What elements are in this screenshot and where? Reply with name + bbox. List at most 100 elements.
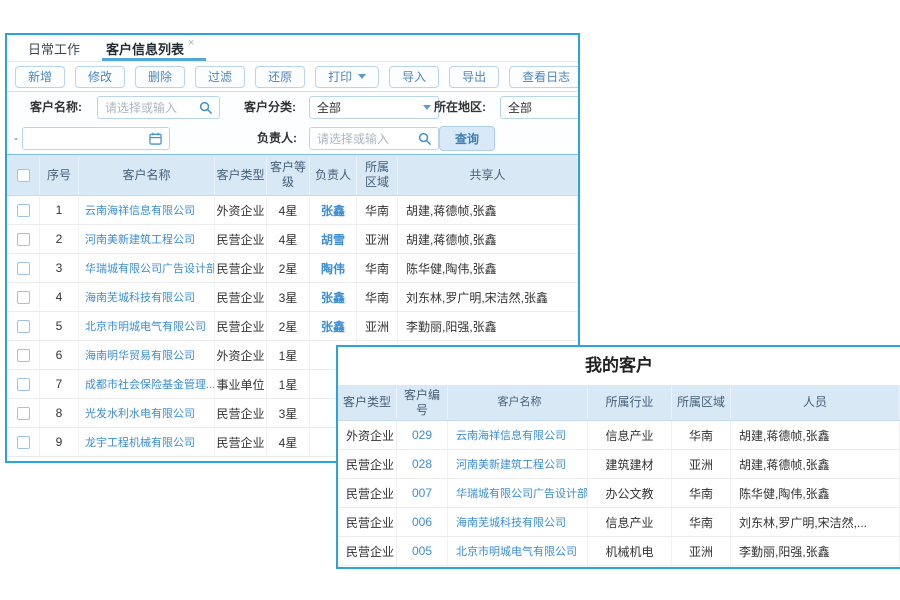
region-select[interactable]: 全部 <box>500 96 580 119</box>
checkbox-cell <box>7 225 40 253</box>
select-value: 全部 <box>508 99 580 116</box>
owner-link[interactable]: 胡雪 <box>321 231 345 248</box>
row-checkbox[interactable] <box>17 349 30 362</box>
customer-code-link[interactable]: 005 <box>412 544 432 558</box>
table-row[interactable]: 2河南美新建筑工程公司民营企业4星胡雪亚洲胡建,蒋德帧,张鑫 <box>7 225 578 254</box>
customer-name-link[interactable]: 河南美新建筑工程公司 <box>85 231 195 247</box>
customer-name-input[interactable]: 请选择或输入 <box>97 96 220 119</box>
cell-customer-code: 007 <box>397 479 448 507</box>
cell-grade: 2星 <box>267 312 310 340</box>
row-checkbox[interactable] <box>17 378 30 391</box>
owner-input[interactable]: 请选择或输入 <box>309 127 439 150</box>
add-button[interactable]: 新增 <box>15 66 65 88</box>
export-button[interactable]: 导出 <box>449 66 499 88</box>
print-button[interactable]: 打印 <box>315 66 379 88</box>
cell-index: 5 <box>40 312 79 340</box>
cell-index: 7 <box>40 370 79 398</box>
table-row[interactable]: 民营企业005北京市明城电气有限公司机械机电亚洲李勤丽,阳强,张鑫 <box>338 537 900 566</box>
row-checkbox[interactable] <box>17 407 30 420</box>
table-row[interactable]: 民营企业028河南美新建筑工程公司建筑建材亚洲胡建,蒋德帧,张鑫 <box>338 450 900 479</box>
chevron-down-icon <box>423 105 431 110</box>
table-row[interactable]: 5北京市明城电气有限公司民营企业2星张鑫亚洲李勤丽,阳强,张鑫 <box>7 312 578 341</box>
button-label: 修改 <box>88 68 112 85</box>
customer-code-link[interactable]: 007 <box>412 486 432 500</box>
table-row[interactable]: 民营企业006海南芜城科技有限公司信息产业华南刘东林,罗广明,宋洁然,... <box>338 508 900 537</box>
cell-customer-name: 光发水利水电有限公司 <box>79 399 215 427</box>
edit-button[interactable]: 修改 <box>75 66 125 88</box>
customer-name-link[interactable]: 海南明华贸易有限公司 <box>85 347 195 363</box>
table-row[interactable]: 1云南海祥信息有限公司外资企业4星张鑫华南胡建,蒋德帧,张鑫 <box>7 196 578 225</box>
column-header-index: 序号 <box>40 155 79 195</box>
cell-region: 亚洲 <box>357 312 398 340</box>
customer-name-link[interactable]: 云南海祥信息有限公司 <box>85 202 195 218</box>
cell-region: 华南 <box>357 196 398 224</box>
cell-customer-type: 民营企业 <box>215 283 267 311</box>
filter-button[interactable]: 过滤 <box>195 66 245 88</box>
customer-name-link[interactable]: 成都市社会保险基金管理... <box>85 376 215 392</box>
view-log-button[interactable]: 查看日志 <box>509 66 580 88</box>
customer-name-link[interactable]: 北京市明城电气有限公司 <box>456 543 577 559</box>
button-label: 还原 <box>268 68 292 85</box>
cell-index: 4 <box>40 283 79 311</box>
cell-staff: 刘东林,罗广明,宋洁然,... <box>731 508 900 536</box>
customer-name-link[interactable]: 龙宇工程机械有限公司 <box>85 434 195 450</box>
delete-button[interactable]: 删除 <box>135 66 185 88</box>
customer-name-link[interactable]: 海南芜城科技有限公司 <box>456 514 566 530</box>
customer-name-link[interactable]: 华瑞城有限公司广告设计部 <box>456 485 588 501</box>
cell-region: 华南 <box>672 479 731 507</box>
customer-code-link[interactable]: 028 <box>412 457 432 471</box>
close-icon[interactable]: × <box>188 37 194 49</box>
tab-customer-info-list[interactable]: 客户信息列表 × <box>106 35 194 61</box>
query-button[interactable]: 查询 <box>439 126 495 151</box>
select-all-checkbox[interactable] <box>17 169 30 182</box>
cell-customer-name: 华瑞城有限公司广告设计部 <box>448 479 588 507</box>
row-checkbox[interactable] <box>17 262 30 275</box>
table-row[interactable]: 3华瑞城有限公司广告设计部民营企业2星陶伟华南陈华健,陶伟,张鑫 <box>7 254 578 283</box>
cell-staff: 胡建,蒋德帧,张鑫 <box>731 421 900 449</box>
cell-grade: 3星 <box>267 399 310 427</box>
table-row[interactable]: 民营企业007华瑞城有限公司广告设计部办公文教华南陈华健,陶伟,张鑫 <box>338 479 900 508</box>
toolbar: 新增 修改 删除 过滤 还原 打印 导入 导出 查看日志 <box>7 62 578 92</box>
customer-name-link[interactable]: 北京市明城电气有限公司 <box>85 318 206 334</box>
import-button[interactable]: 导入 <box>389 66 439 88</box>
restore-button[interactable]: 还原 <box>255 66 305 88</box>
customer-name-link[interactable]: 光发水利水电有限公司 <box>85 405 195 421</box>
customer-name-link[interactable]: 云南海祥信息有限公司 <box>456 427 566 443</box>
owner-link[interactable]: 张鑫 <box>321 318 345 335</box>
owner-link[interactable]: 张鑫 <box>321 289 345 306</box>
customer-name-label: 客户名称: <box>30 92 82 123</box>
cell-customer-name: 海南芜城科技有限公司 <box>79 283 215 311</box>
cell-customer-type: 民营企业 <box>338 508 397 536</box>
column-header-owner: 负责人 <box>310 155 357 195</box>
customer-code-link[interactable]: 029 <box>412 428 432 442</box>
cell-customer-type: 民营企业 <box>215 312 267 340</box>
customer-name-link[interactable]: 海南芜城科技有限公司 <box>85 289 195 305</box>
row-checkbox[interactable] <box>17 291 30 304</box>
customer-name-link[interactable]: 河南美新建筑工程公司 <box>456 456 566 472</box>
owner-link[interactable]: 张鑫 <box>321 202 345 219</box>
cell-customer-name: 华瑞城有限公司广告设计部 <box>79 254 215 282</box>
date-input[interactable] <box>22 127 170 150</box>
cell-grade: 1星 <box>267 341 310 369</box>
cell-share: 陈华健,陶伟,张鑫 <box>398 254 578 282</box>
tab-daily-work[interactable]: 日常工作 <box>28 35 80 61</box>
row-checkbox[interactable] <box>17 204 30 217</box>
column-header-region: 所属区域 <box>672 385 731 420</box>
customer-name-link[interactable]: 华瑞城有限公司广告设计部 <box>85 260 215 276</box>
customer-class-select[interactable]: 全部 <box>309 96 439 119</box>
column-header-share: 共享人 <box>398 155 578 195</box>
row-checkbox[interactable] <box>17 233 30 246</box>
select-all-cell <box>7 155 40 195</box>
row-checkbox[interactable] <box>17 436 30 449</box>
cell-grade: 1星 <box>267 370 310 398</box>
cell-customer-name: 龙宇工程机械有限公司 <box>79 428 215 456</box>
table-row[interactable]: 4海南芜城科技有限公司民营企业3星张鑫华南刘东林,罗广明,宋洁然,张鑫 <box>7 283 578 312</box>
button-label: 删除 <box>148 68 172 85</box>
cell-industry: 机械机电 <box>588 537 672 565</box>
row-checkbox[interactable] <box>17 320 30 333</box>
table-row[interactable]: 外资企业029云南海祥信息有限公司信息产业华南胡建,蒋德帧,张鑫 <box>338 421 900 450</box>
owner-link[interactable]: 陶伟 <box>321 260 345 277</box>
my-customers-table-body: 外资企业029云南海祥信息有限公司信息产业华南胡建,蒋德帧,张鑫民营企业028河… <box>338 421 900 566</box>
cell-index: 2 <box>40 225 79 253</box>
customer-code-link[interactable]: 006 <box>412 515 432 529</box>
